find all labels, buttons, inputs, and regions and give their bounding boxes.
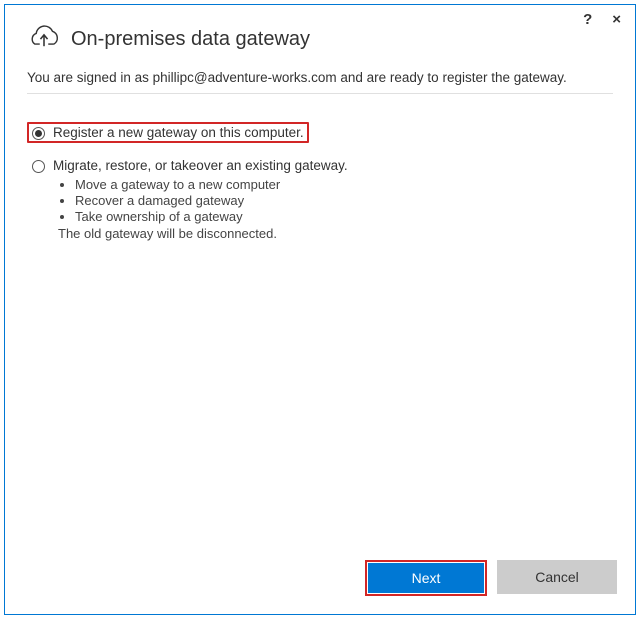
subtitle-prefix: You are signed in as — [27, 70, 153, 85]
subtitle-suffix: and are ready to register the gateway. — [337, 70, 567, 85]
dialog-footer: Next Cancel — [5, 546, 635, 614]
close-icon[interactable]: × — [608, 9, 625, 30]
subtitle-email: phillipc@adventure-works.com — [153, 70, 337, 85]
option-register-new[interactable]: Register a new gateway on this computer. — [27, 122, 309, 143]
signed-in-text: You are signed in as phillipc@adventure-… — [27, 70, 613, 85]
gateway-dialog: ? × On-premises data gateway You are sig… — [4, 4, 636, 615]
list-item: Move a gateway to a new computer — [75, 177, 348, 192]
next-button[interactable]: Next — [368, 563, 484, 593]
list-item: Take ownership of a gateway — [75, 209, 348, 224]
option-register-label: Register a new gateway on this computer. — [53, 125, 304, 140]
migrate-note: The old gateway will be disconnected. — [58, 226, 348, 241]
divider — [27, 93, 613, 94]
radio-migrate[interactable] — [32, 160, 45, 173]
option-migrate[interactable]: Migrate, restore, or takeover an existin… — [27, 155, 613, 244]
radio-register[interactable] — [32, 127, 45, 140]
dialog-content: On-premises data gateway You are signed … — [5, 5, 635, 546]
option-migrate-label: Migrate, restore, or takeover an existin… — [53, 158, 348, 173]
dialog-title: On-premises data gateway — [71, 28, 310, 51]
migrate-bullets: Move a gateway to a new computer Recover… — [75, 177, 348, 224]
title-row: On-premises data gateway — [27, 23, 613, 56]
window-controls: ? × — [579, 9, 625, 30]
next-button-highlight: Next — [365, 560, 487, 596]
help-icon[interactable]: ? — [579, 9, 596, 30]
cancel-button[interactable]: Cancel — [497, 560, 617, 594]
cloud-upload-icon — [27, 23, 61, 56]
list-item: Recover a damaged gateway — [75, 193, 348, 208]
